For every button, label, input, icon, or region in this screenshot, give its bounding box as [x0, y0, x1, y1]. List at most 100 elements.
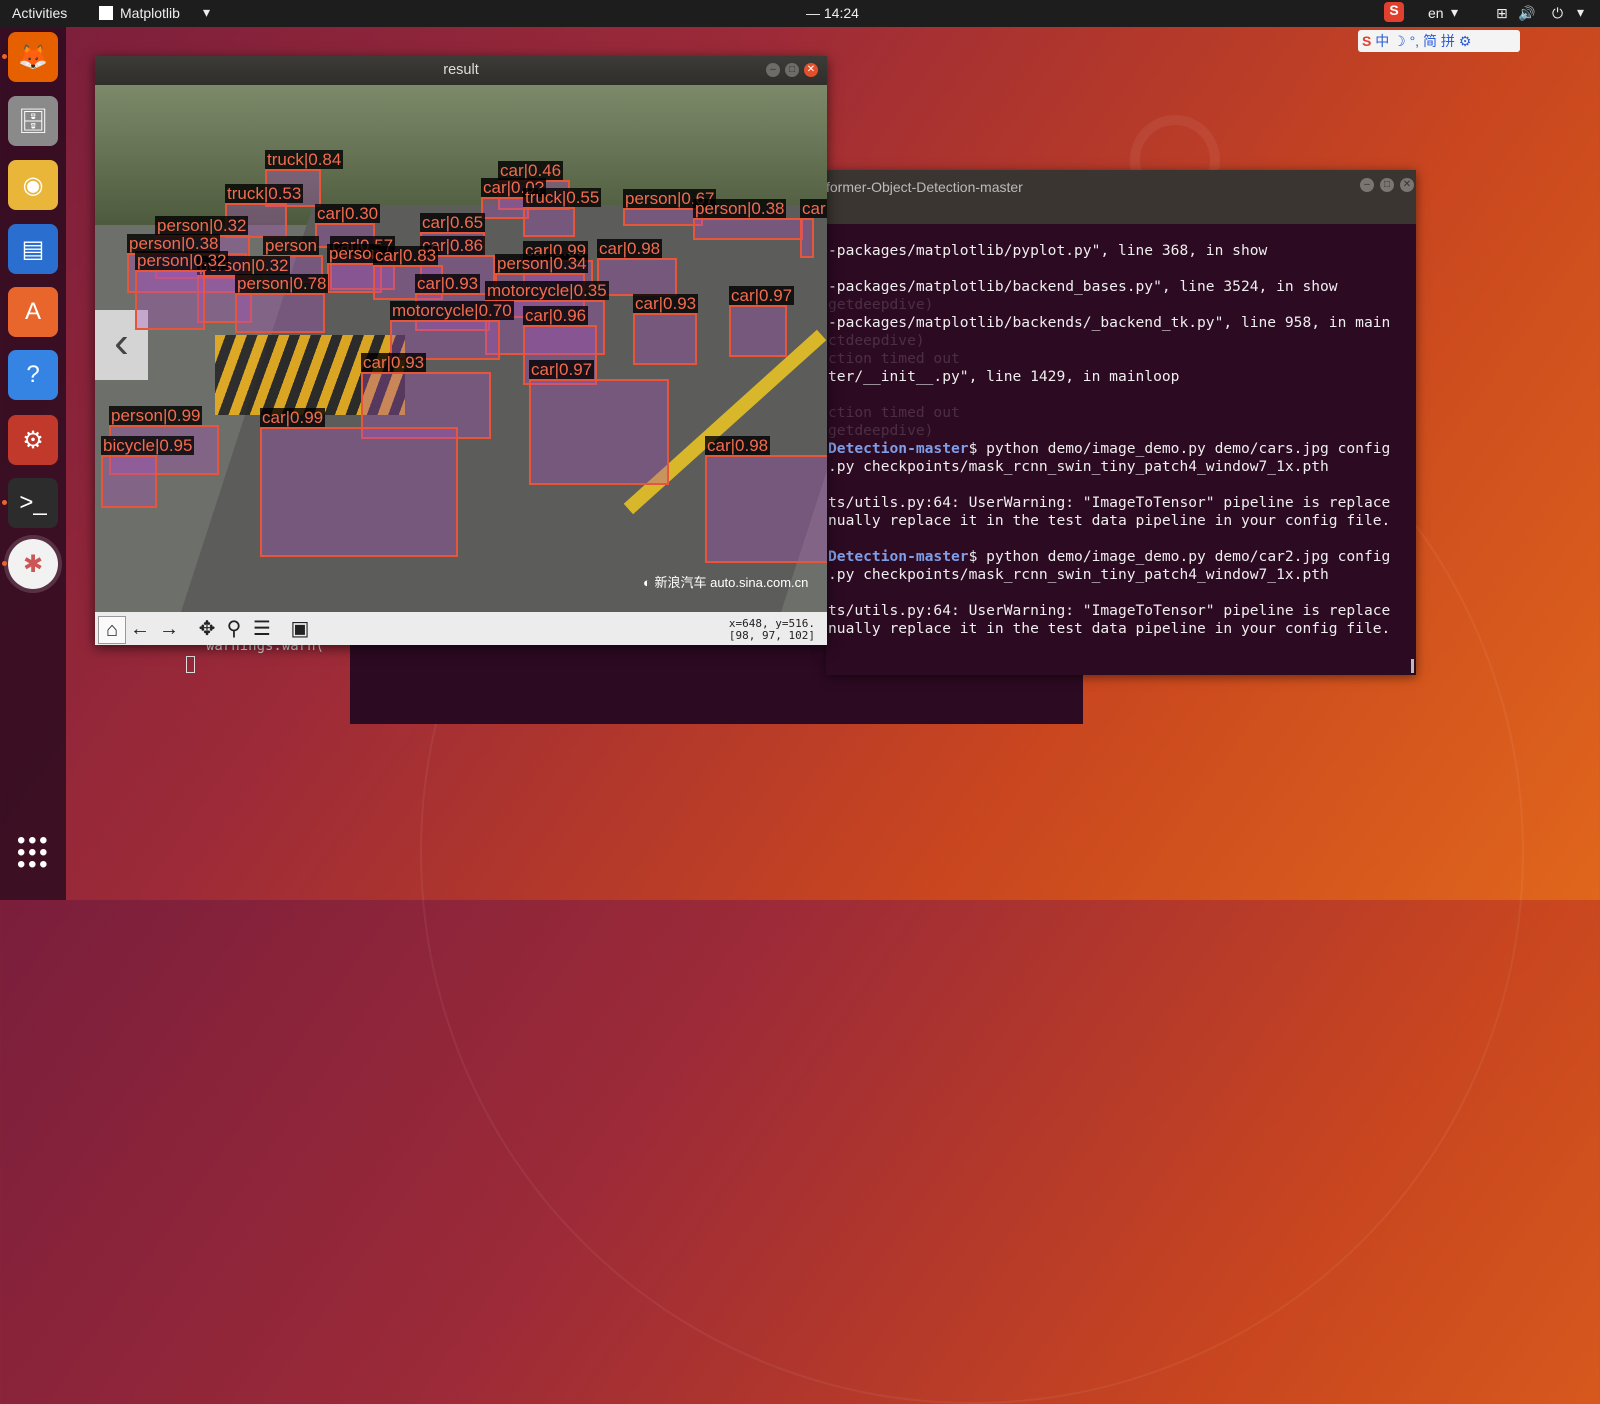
detection-label: person|0.32: [155, 216, 249, 235]
terminal-cursor: [186, 656, 195, 673]
terminal-faded-line: getdeepdive): [828, 422, 934, 439]
detection-label: car|0.99: [260, 408, 326, 427]
background-terminal-left: [176, 645, 350, 655]
home-icon[interactable]: ⌂: [98, 616, 126, 644]
help-icon[interactable]: ?: [8, 350, 58, 400]
app-menu-label[interactable]: Matplotlib: [120, 5, 180, 21]
result-titlebar[interactable]: result – □ ✕: [95, 56, 827, 85]
ime-toolbar[interactable]: S 中 ☽ °, 简 拼 ⚙: [1358, 30, 1520, 52]
detection-label: car|0.96: [523, 306, 589, 325]
settings-icon[interactable]: ⚙: [8, 415, 58, 465]
forward-arrow-icon[interactable]: →: [156, 616, 182, 642]
language-indicator[interactable]: en: [1428, 5, 1444, 21]
terminal-window[interactable]: former-Object-Detection-master – □ ✕ get…: [826, 170, 1416, 675]
detection-box: [529, 379, 669, 485]
terminal-text: -packages/matplotlib/pyplot.py", line 36…: [828, 242, 1268, 259]
sogou-ime-icon[interactable]: S: [1384, 2, 1404, 22]
detection-box: [523, 207, 575, 237]
terminal-title: former-Object-Detection-master: [826, 179, 1023, 195]
detection-label: car|0.97: [729, 286, 795, 305]
running-indicator: [2, 500, 7, 505]
terminal-faded-line: ction timed out: [828, 404, 960, 421]
detection-box: [597, 258, 677, 296]
matplotlib-icon[interactable]: ✱: [4, 535, 62, 593]
detection-label: car|0.97: [529, 360, 595, 379]
detection-box: [705, 455, 827, 563]
maximize-icon[interactable]: □: [785, 63, 799, 77]
detection-label: car|0.83: [373, 246, 439, 265]
detection-label: person|0.99: [109, 406, 203, 425]
clock[interactable]: — 14:24: [806, 5, 859, 21]
terminal-text: $ python demo/image_demo.py demo/car2.jp…: [968, 548, 1391, 565]
terminal-prompt: Detection-master: [828, 440, 969, 457]
detection-box: [101, 455, 157, 508]
detection-label: car|0.30: [315, 204, 381, 223]
detection-label: car|0.98: [597, 239, 663, 258]
rhythmbox-icon[interactable]: ◉: [8, 160, 58, 210]
detection-label: truck|0.84: [265, 150, 344, 169]
show-applications-icon[interactable]: • • • • • • • • •: [17, 829, 48, 877]
detection-box: [800, 218, 814, 258]
firefox-icon[interactable]: 🦊: [8, 32, 58, 82]
detection-label: car|0.93: [361, 353, 427, 372]
terminal-line: nually replace it in the test data pipel…: [828, 512, 1390, 530]
activities-button[interactable]: Activities: [12, 5, 67, 21]
cursor-coordinates: x=648, y=516. [98, 97, 102]: [728, 617, 815, 642]
terminal-line: -packages/matplotlib/backend_bases.py", …: [828, 278, 1338, 296]
detection-box: [135, 270, 205, 330]
running-indicator: [2, 54, 7, 59]
maximize-icon[interactable]: □: [1380, 178, 1394, 192]
terminal-faded-line: ctdeepdive): [828, 332, 925, 349]
chevron-down-icon: ▾: [203, 4, 211, 20]
detection-box: [260, 427, 458, 557]
detection-box: [623, 208, 703, 226]
configure-icon[interactable]: ☰: [249, 616, 275, 642]
power-icon[interactable]: ⏻: [1552, 5, 1563, 22]
terminal-line: nually replace it in the test data pipel…: [828, 620, 1390, 638]
detection-label: motorcycle|0.70: [390, 301, 514, 320]
terminal-icon[interactable]: >_: [8, 478, 58, 528]
back-arrow-icon[interactable]: ←: [127, 616, 153, 642]
matplotlib-toolbar: ⌂ ← → ✥ ⚲ ☰ ▣ x=648, y=516. [98, 97, 102]: [95, 612, 827, 645]
detection-label: car|0.98: [705, 436, 771, 455]
terminal-text: .py checkpoints/mask_rcnn_swin_tiny_patc…: [828, 566, 1329, 583]
top-bar: Activities Matplotlib ▾ — 14:24 S en ▾ ⊞…: [0, 0, 1600, 27]
save-icon[interactable]: ▣: [287, 616, 313, 642]
minimize-icon[interactable]: –: [1360, 178, 1374, 192]
files-icon[interactable]: 🗄: [8, 96, 58, 146]
zoom-icon[interactable]: ⚲: [221, 616, 247, 642]
close-icon[interactable]: ✕: [1400, 178, 1414, 192]
detection-label: person: [263, 236, 319, 255]
terminal-prompt: Detection-master: [828, 548, 969, 565]
detection-label: car|0: [800, 199, 827, 218]
terminal-text: -packages/matplotlib/backends/_backend_t…: [828, 314, 1391, 331]
detection-box: [481, 197, 529, 219]
minimize-icon[interactable]: –: [766, 63, 780, 77]
matplotlib-result-window[interactable]: result – □ ✕ ‹ ◐ 新浪汽车 auto.sina.com.cn t…: [95, 56, 827, 645]
watermark-text: 新浪汽车 auto.sina.com.cn: [654, 575, 809, 590]
terminal-text: ter/__init__.py", line 1429, in mainloop: [828, 368, 1180, 385]
ime-status: 中 ☽ °, 简 拼 ⚙: [1375, 33, 1472, 49]
terminal-faded-line: ction timed out: [828, 350, 960, 367]
software-center-icon[interactable]: A: [8, 287, 58, 337]
detection-box: [235, 293, 325, 333]
writer-icon[interactable]: ▤: [8, 224, 58, 274]
detection-image[interactable]: ‹ ◐ 新浪汽车 auto.sina.com.cn truck|0.84 car|…: [95, 85, 827, 612]
volume-icon[interactable]: 🔊: [1518, 5, 1535, 22]
close-icon[interactable]: ✕: [804, 63, 818, 77]
terminal-text: ts/utils.py:64: UserWarning: "ImageToTen…: [828, 494, 1391, 511]
terminal-line: -packages/matplotlib/pyplot.py", line 36…: [828, 242, 1267, 260]
detection-label: person|0.34: [495, 254, 589, 273]
scrollbar[interactable]: [1411, 659, 1414, 673]
detection-label: truck|0.55: [523, 188, 602, 207]
dock: 🦊 🗄 ◉ ▤ A? ⚙ >_ ✱ • • • • • • • • •: [0, 27, 66, 900]
terminal-line: ter/__init__.py", line 1429, in mainloop: [828, 368, 1179, 386]
pan-icon[interactable]: ✥: [194, 616, 220, 642]
chevron-down-icon: ▾: [1451, 4, 1459, 20]
detection-label: person|0.38: [693, 199, 787, 218]
network-icon[interactable]: ⊞: [1496, 5, 1508, 22]
terminal-titlebar[interactable]: former-Object-Detection-master – □ ✕: [826, 170, 1416, 224]
detection-label: car|0.93: [415, 274, 481, 293]
terminal-line: -packages/matplotlib/backends/_backend_t…: [828, 314, 1390, 332]
weibo-logo-icon: ◐: [643, 575, 651, 590]
